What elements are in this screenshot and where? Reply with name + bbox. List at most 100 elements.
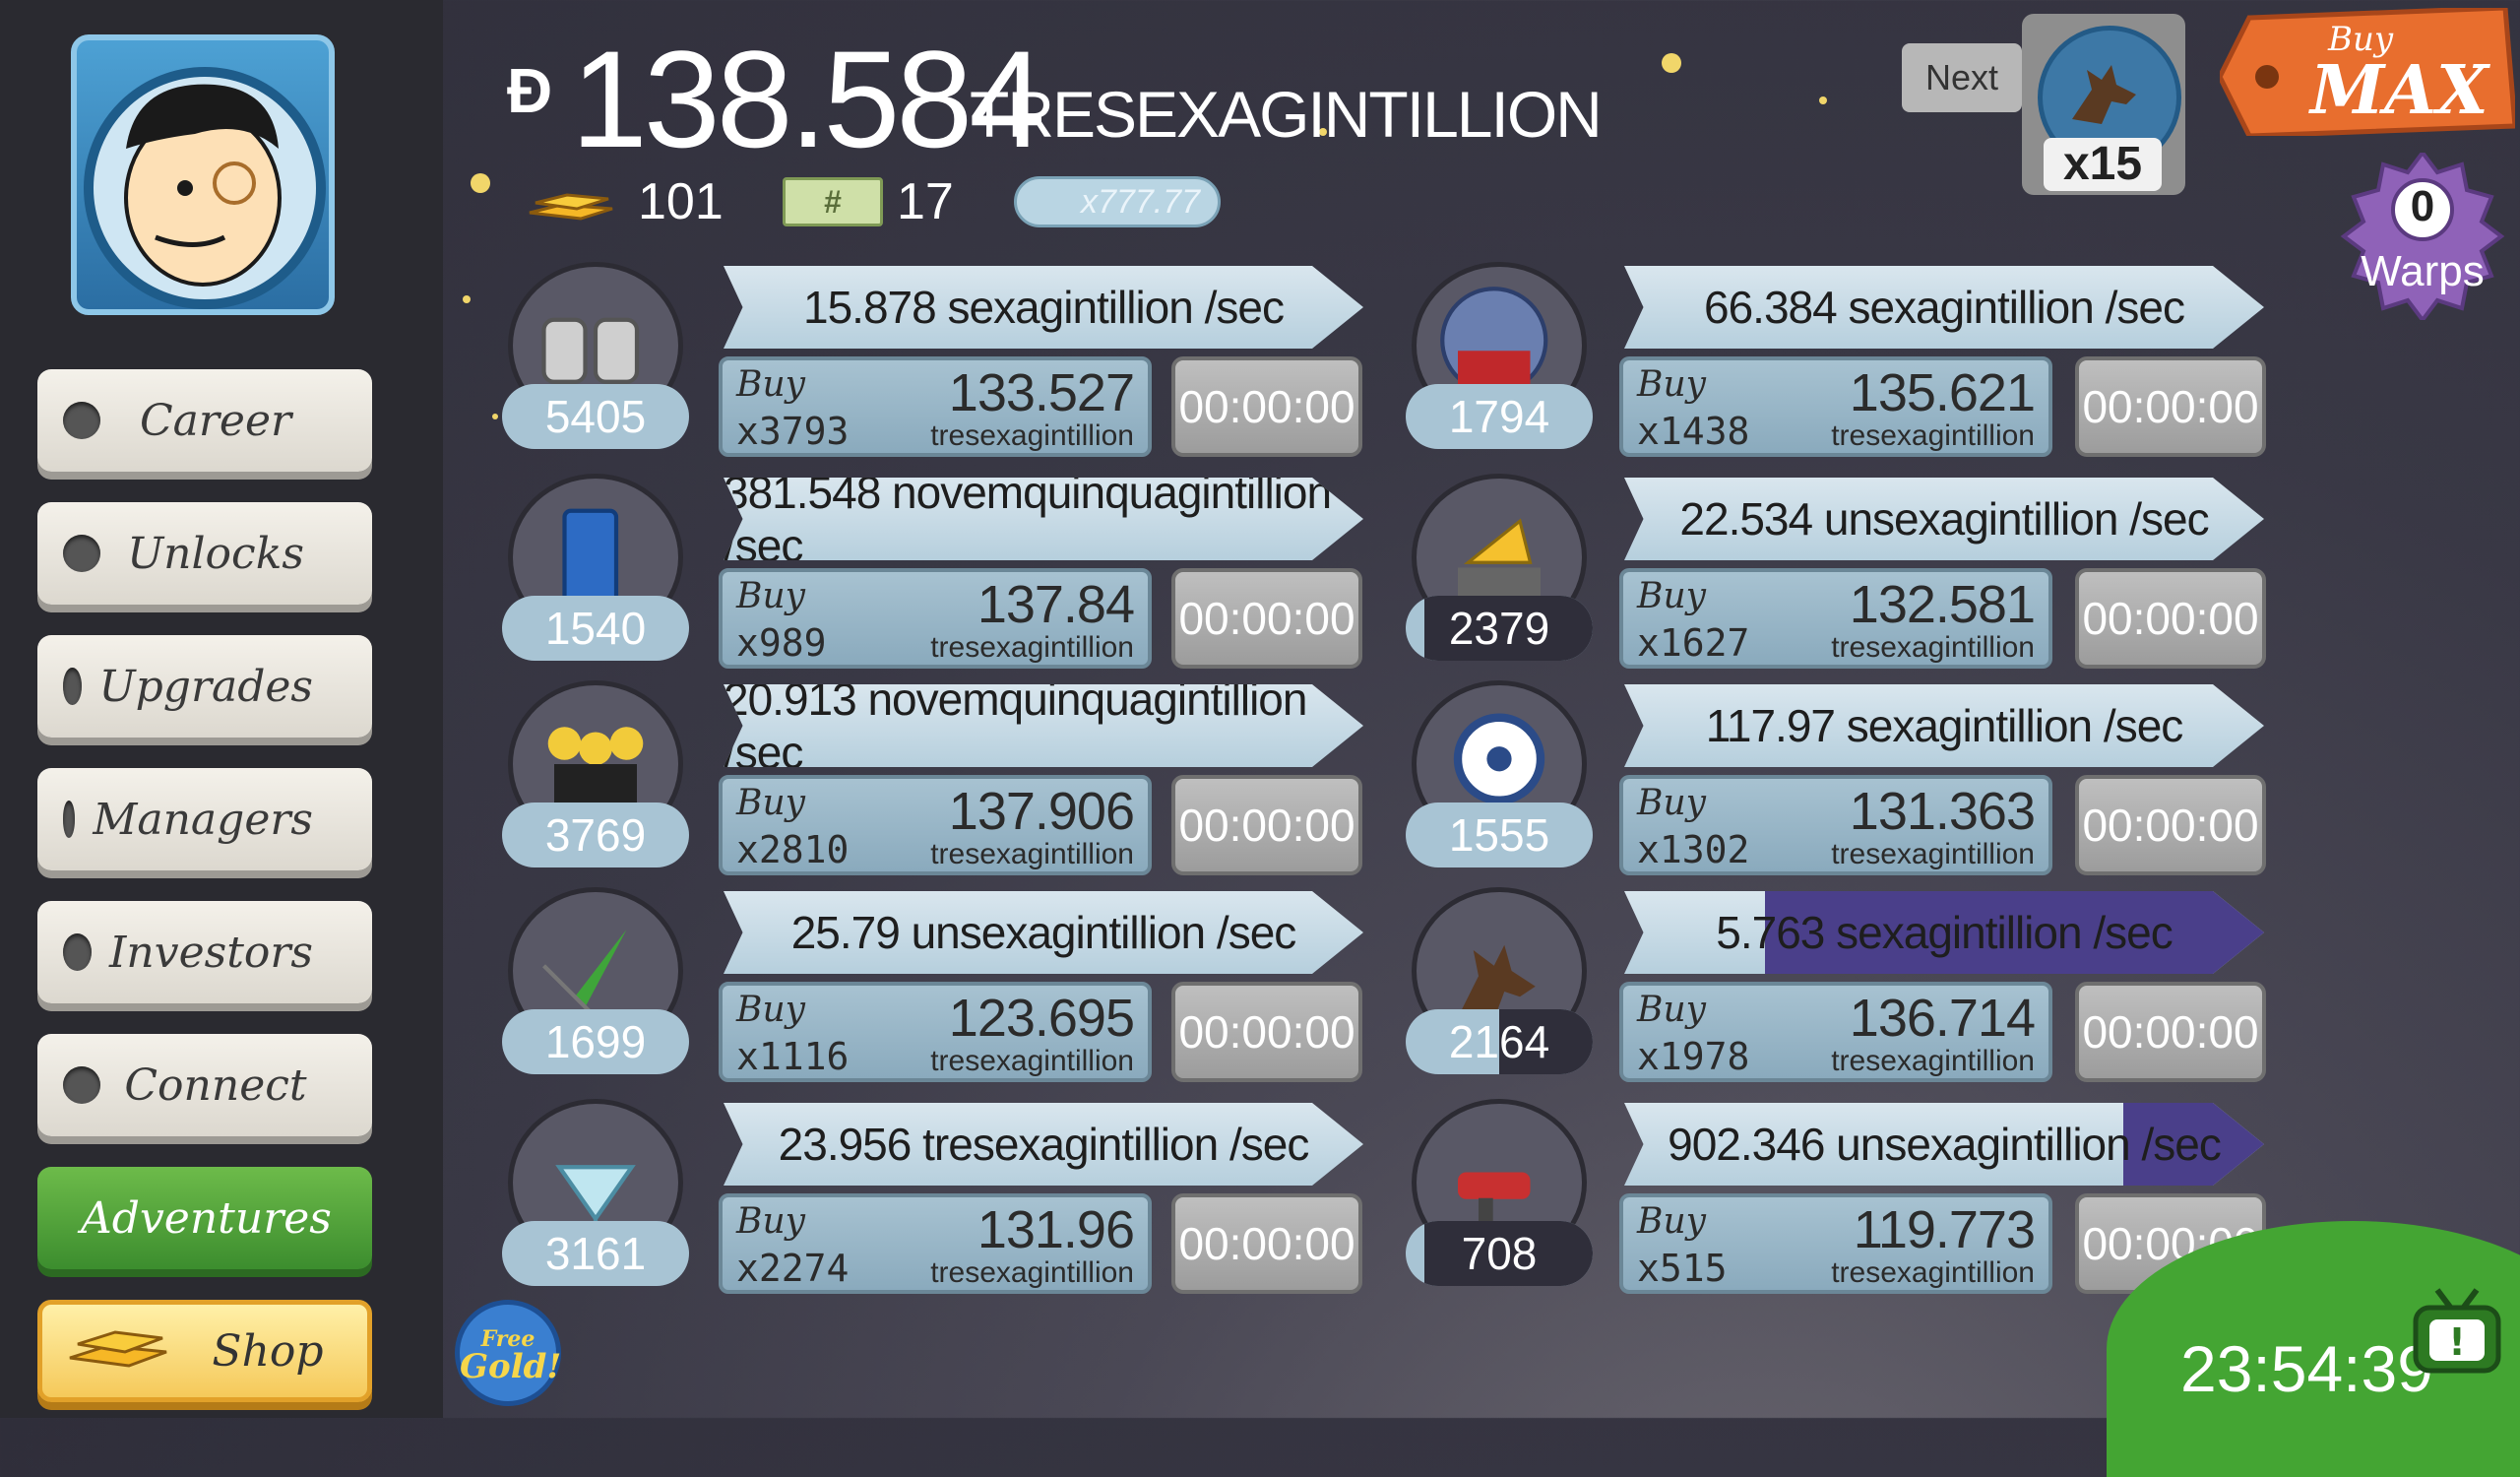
menu-career-button[interactable]: Career: [37, 369, 372, 472]
owned-count-label: 1794: [1448, 391, 1550, 442]
buy-cost: 131.96: [976, 1200, 1135, 1259]
business-rate-banner[interactable]: 23.956 tresexagintillion /sec: [724, 1103, 1363, 1186]
buy-cost-unit: tresexagintillion: [930, 1256, 1134, 1289]
menu-unlocks-button[interactable]: Unlocks: [37, 502, 372, 605]
business-rate-banner[interactable]: 15.878 sexagintillion /sec: [724, 266, 1363, 349]
megaticket-icon: #: [783, 177, 883, 226]
business-rate-banner[interactable]: 20.913 novemquinquagintillion /sec: [724, 684, 1363, 767]
buy-quantity: x1978: [1637, 1035, 1750, 1078]
business-icon-6[interactable]: 1555: [1406, 680, 1593, 867]
star-decoration: [463, 295, 471, 303]
multiplier-stat[interactable]: x777.77: [1014, 167, 1221, 236]
buy-cost-unit: tresexagintillion: [930, 838, 1134, 870]
buy-quantity: x1627: [1637, 621, 1750, 665]
next-unlock-portrait[interactable]: x15: [2022, 14, 2185, 195]
buy-business-button[interactable]: Buy x2274 131.96 tresexagintillion: [719, 1193, 1152, 1294]
business-icon-3[interactable]: 1540: [502, 474, 689, 661]
buy-business-button[interactable]: Buy x3793 133.527 tresexagintillion: [719, 356, 1152, 457]
business-rate-banner[interactable]: 5.763 sexagintillion /sec: [1624, 891, 2264, 974]
gold-bars-icon: [522, 180, 620, 224]
buy-quantity: x515: [1637, 1247, 1728, 1290]
business-owned-count: 1794: [1406, 384, 1593, 449]
buy-quantity: x1438: [1637, 410, 1750, 453]
buy-business-button[interactable]: Buy x989 137.84 tresexagintillion: [719, 568, 1152, 669]
menu-managers-button[interactable]: Managers: [37, 768, 372, 870]
buy-business-button[interactable]: Buy x1627 132.581 tresexagintillion: [1619, 568, 2052, 669]
buy-max-button[interactable]: Buy MAX: [2217, 5, 2518, 139]
business-timer: 00:00:00: [2075, 775, 2266, 875]
buy-business-button[interactable]: Buy x515 119.773 tresexagintillion: [1619, 1193, 2052, 1294]
business-icon-7[interactable]: 1699: [502, 887, 689, 1074]
owned-count-label: 3769: [544, 809, 647, 861]
business-rate-text: 381.548 novemquinquagintillion /sec: [724, 478, 1332, 560]
buy-business-button[interactable]: Buy x2810 137.906 tresexagintillion: [719, 775, 1152, 875]
buy-quantity: x2274: [736, 1247, 850, 1290]
business-icon-9[interactable]: 3161: [502, 1099, 689, 1286]
menu-shop-button[interactable]: Shop: [37, 1300, 372, 1402]
buy-business-button[interactable]: Buy x1116 123.695 tresexagintillion: [719, 982, 1152, 1082]
business-icon-10[interactable]: 708: [1406, 1099, 1593, 1286]
business-icon-5[interactable]: 3769: [502, 680, 689, 867]
buy-label: Buy: [736, 576, 805, 616]
player-avatar[interactable]: [71, 34, 335, 315]
buy-label: Buy: [1637, 990, 1706, 1030]
menu-indicator-icon: [63, 402, 100, 439]
business-icon-2[interactable]: 1794: [1406, 262, 1593, 449]
free-gold-button[interactable]: Free Gold!: [455, 1300, 561, 1406]
buy-quantity: x2810: [736, 828, 850, 871]
business-rate-banner[interactable]: 66.384 sexagintillion /sec: [1624, 266, 2264, 349]
menu-label: Upgrades: [98, 661, 313, 712]
business-rate-text: 20.913 novemquinquagintillion /sec: [724, 684, 1307, 767]
multiplier-label: x777.77: [1081, 182, 1200, 221]
menu-adventures-button[interactable]: Adventures: [37, 1167, 372, 1269]
next-unlock-multiplier: x15: [2044, 138, 2162, 191]
buy-cost: 133.527: [948, 363, 1135, 422]
session-clock: 23:54:39: [2180, 1332, 2433, 1405]
menu-indicator-icon: [63, 535, 100, 572]
business-icon-8[interactable]: 2164: [1406, 887, 1593, 1074]
business-rate-banner[interactable]: 381.548 novemquinquagintillion /sec: [724, 478, 1363, 560]
business-rate-text: 902.346 unsexagintillion /sec: [1668, 1119, 2222, 1170]
menu-label: Unlocks: [127, 528, 304, 579]
buy-business-button[interactable]: Buy x1438 135.621 tresexagintillion: [1619, 356, 2052, 457]
buy-cost-unit: tresexagintillion: [1831, 419, 2035, 452]
currency-icon: Đ: [507, 55, 553, 126]
business-rate-banner[interactable]: 117.97 sexagintillion /sec: [1624, 684, 2264, 767]
business-owned-count: 5405: [502, 384, 689, 449]
menu-upgrades-button[interactable]: Upgrades: [37, 635, 372, 738]
menu-label: Connect: [124, 1060, 307, 1111]
menu-connect-button[interactable]: Connect: [37, 1034, 372, 1136]
buy-cost-unit: tresexagintillion: [1831, 838, 2035, 870]
business-rate-text: 22.534 unsexagintillion /sec: [1679, 493, 2209, 545]
menu-indicator-icon: [63, 933, 93, 971]
business-owned-count: 3769: [502, 803, 689, 867]
buy-business-button[interactable]: Buy x1978 136.714 tresexagintillion: [1619, 982, 2052, 1082]
buy-quantity: x3793: [736, 410, 850, 453]
business-rate-banner[interactable]: 25.79 unsexagintillion /sec: [724, 891, 1363, 974]
business-rate-text: 15.878 sexagintillion /sec: [803, 282, 1285, 333]
buy-cost-unit: tresexagintillion: [930, 419, 1134, 452]
menu-label: Managers: [93, 794, 313, 845]
business-timer: 00:00:00: [2075, 568, 2266, 669]
business-icon-1[interactable]: 5405: [502, 262, 689, 449]
menu-investors-button[interactable]: Investors: [37, 901, 372, 1003]
buy-cost-unit: tresexagintillion: [930, 1045, 1134, 1077]
buy-label: Buy: [1637, 576, 1706, 616]
warps-count: 0: [2410, 182, 2435, 230]
next-unlock-button[interactable]: Next: [1902, 43, 2022, 112]
buy-label: Buy: [736, 783, 805, 823]
warps-badge[interactable]: 0 Warps: [2339, 149, 2506, 324]
business-rate-banner[interactable]: 22.534 unsexagintillion /sec: [1624, 478, 2264, 560]
buy-cost: 131.363: [1849, 782, 2036, 841]
buy-cost: 119.773: [1853, 1200, 2036, 1259]
star-decoration: [1819, 96, 1827, 104]
business-icon-4[interactable]: 2379: [1406, 474, 1593, 661]
star-decoration: [492, 414, 498, 419]
owned-count-label: 3161: [544, 1228, 647, 1279]
owned-count-label: 2164: [1448, 1016, 1550, 1067]
tv-ad-icon[interactable]: !: [2408, 1280, 2506, 1379]
business-rate-banner[interactable]: 902.346 unsexagintillion /sec: [1624, 1103, 2264, 1186]
buy-label: Buy: [736, 364, 805, 405]
buy-max-line2: MAX: [2310, 51, 2488, 130]
buy-business-button[interactable]: Buy x1302 131.363 tresexagintillion: [1619, 775, 2052, 875]
